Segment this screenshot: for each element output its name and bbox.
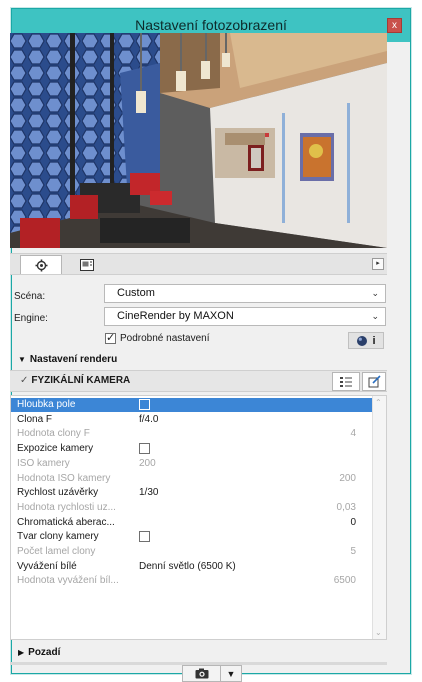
parameter-value <box>139 530 150 544</box>
render-settings-header[interactable]: ▼ Nastavení renderu <box>10 351 387 368</box>
parameter-row[interactable]: Hodnota rychlosti uz... 0,03 <box>11 501 374 515</box>
parameter-name: Vyvážení bílé <box>17 560 77 572</box>
parameter-value <box>139 398 150 412</box>
parameter-row[interactable]: Hodnota clony F 4 <box>11 427 374 441</box>
parameter-row[interactable]: Clona F f/4.0 <box>11 413 374 427</box>
parameter-number[interactable]: 0 <box>350 516 356 530</box>
detailed-settings-row: Podrobné nastavení <box>105 331 210 344</box>
vertical-scrollbar[interactable]: ⌃ ⌄ <box>372 396 386 639</box>
scroll-down-icon[interactable]: ⌄ <box>375 628 382 637</box>
scene-select[interactable]: Custom ⌄ <box>104 284 386 303</box>
parameter-row[interactable]: Tvar clony kamery <box>11 530 374 544</box>
frame-icon <box>80 258 94 271</box>
parameter-grid: Hloubka pole Clona F f/4.0 Hodnota clony F 4… <box>10 395 387 640</box>
triangle-down-icon: ▼ <box>18 355 26 364</box>
tab-settings[interactable] <box>20 255 62 274</box>
scene-label: Scéna: <box>14 291 46 302</box>
parameter-name: Hodnota vyvážení bíl... <box>17 575 119 587</box>
parameter-row[interactable]: Expozice kamery <box>11 442 374 456</box>
parameter-row[interactable]: Chromatická aberac... 0 <box>11 516 374 530</box>
parameter-name: Chromatická aberac... <box>17 516 115 528</box>
parameter-name: Hloubka pole <box>17 399 76 410</box>
info-label: i <box>372 334 376 347</box>
parameter-name: Hodnota clony F <box>17 428 90 440</box>
render-camera-button[interactable] <box>183 666 221 681</box>
parameter-row[interactable]: Vyvážení bílé Denní světlo (6500 K) <box>11 560 374 574</box>
detailed-settings-label: Podrobné nastavení <box>120 333 210 344</box>
parameter-name: Clona F <box>17 413 53 425</box>
parameter-name: Počet lamel clony <box>17 546 96 557</box>
close-button[interactable]: x <box>387 18 402 33</box>
triangle-down-icon: ▼ <box>226 668 236 679</box>
parameter-name: Expozice kamery <box>17 443 94 455</box>
edit-button[interactable] <box>362 372 386 391</box>
edit-icon <box>368 375 381 388</box>
physical-camera-bar: ✓ FYZIKÁLNÍ KAMERA <box>10 370 387 392</box>
parameter-name: ISO kamery <box>17 457 70 469</box>
info-button[interactable]: i <box>348 332 384 349</box>
parameter-row[interactable]: Hodnota vyvážení bíl... 6500 <box>11 574 374 588</box>
parameter-value[interactable]: Denní světlo (6500 K) <box>139 560 236 574</box>
parameter-value[interactable]: f/4.0 <box>139 413 158 427</box>
gear-icon <box>35 259 47 271</box>
settings-tabbar: ▸ <box>10 253 387 275</box>
parameter-row[interactable]: ISO kamery 200 <box>11 457 374 471</box>
chevron-down-icon: ⌄ <box>371 311 379 321</box>
engine-value: CineRender by MAXON <box>117 310 234 322</box>
physical-camera-label: FYZIKÁLNÍ KAMERA <box>31 375 131 386</box>
parameter-value: 200 <box>139 457 156 469</box>
camera-icon <box>195 668 208 679</box>
checkmark-icon: ✓ <box>20 375 29 386</box>
list-view-button[interactable] <box>332 372 360 391</box>
parameter-checkbox[interactable] <box>139 442 150 454</box>
parameter-number: 4 <box>350 428 356 440</box>
background-label: Pozadí <box>28 647 61 658</box>
scroll-up-icon[interactable]: ⌃ <box>375 398 382 407</box>
parameter-row[interactable]: Hodnota ISO kamery 200 <box>11 472 374 486</box>
render-preview <box>10 33 387 248</box>
parameter-number: 200 <box>339 472 356 484</box>
parameter-number: 6500 <box>333 575 356 587</box>
parameter-checkbox[interactable] <box>139 531 150 543</box>
parameter-name: Rychlost uzávěrky <box>17 487 99 499</box>
parameter-number: 5 <box>350 546 356 557</box>
parameter-row[interactable]: Hloubka pole <box>11 398 374 412</box>
parameter-name: Hodnota ISO kamery <box>17 472 111 484</box>
parameter-checkbox[interactable] <box>139 398 150 410</box>
parameter-value[interactable]: 1/30 <box>139 486 158 500</box>
tab-scroll-button[interactable]: ▸ <box>372 258 384 270</box>
detailed-settings-checkbox[interactable] <box>105 331 116 344</box>
list-icon <box>340 376 352 387</box>
parameter-number: 0,03 <box>336 501 356 513</box>
render-button[interactable]: ▼ <box>182 665 242 682</box>
parameter-value <box>139 442 150 456</box>
chevron-down-icon: ⌄ <box>371 288 379 298</box>
physical-camera-toggle[interactable]: ✓ FYZIKÁLNÍ KAMERA <box>20 375 130 386</box>
background-header[interactable]: ▶ Pozadí <box>10 644 387 661</box>
tab-size[interactable] <box>66 255 108 274</box>
engine-label: Engine: <box>14 313 48 324</box>
sphere-icon <box>357 335 368 346</box>
triangle-right-icon: ▶ <box>18 648 25 657</box>
parameter-name: Tvar clony kamery <box>17 531 99 543</box>
parameter-row[interactable]: Rychlost uzávěrky 1/30 <box>11 486 374 500</box>
engine-select[interactable]: CineRender by MAXON ⌄ <box>104 307 386 326</box>
preview-image <box>10 33 387 248</box>
parameter-name: Hodnota rychlosti uz... <box>17 501 116 513</box>
parameter-row[interactable]: Počet lamel clony 5 <box>11 545 374 559</box>
scene-value: Custom <box>117 287 155 299</box>
render-settings-label: Nastavení renderu <box>29 354 118 365</box>
render-options-dropdown[interactable]: ▼ <box>221 666 241 681</box>
